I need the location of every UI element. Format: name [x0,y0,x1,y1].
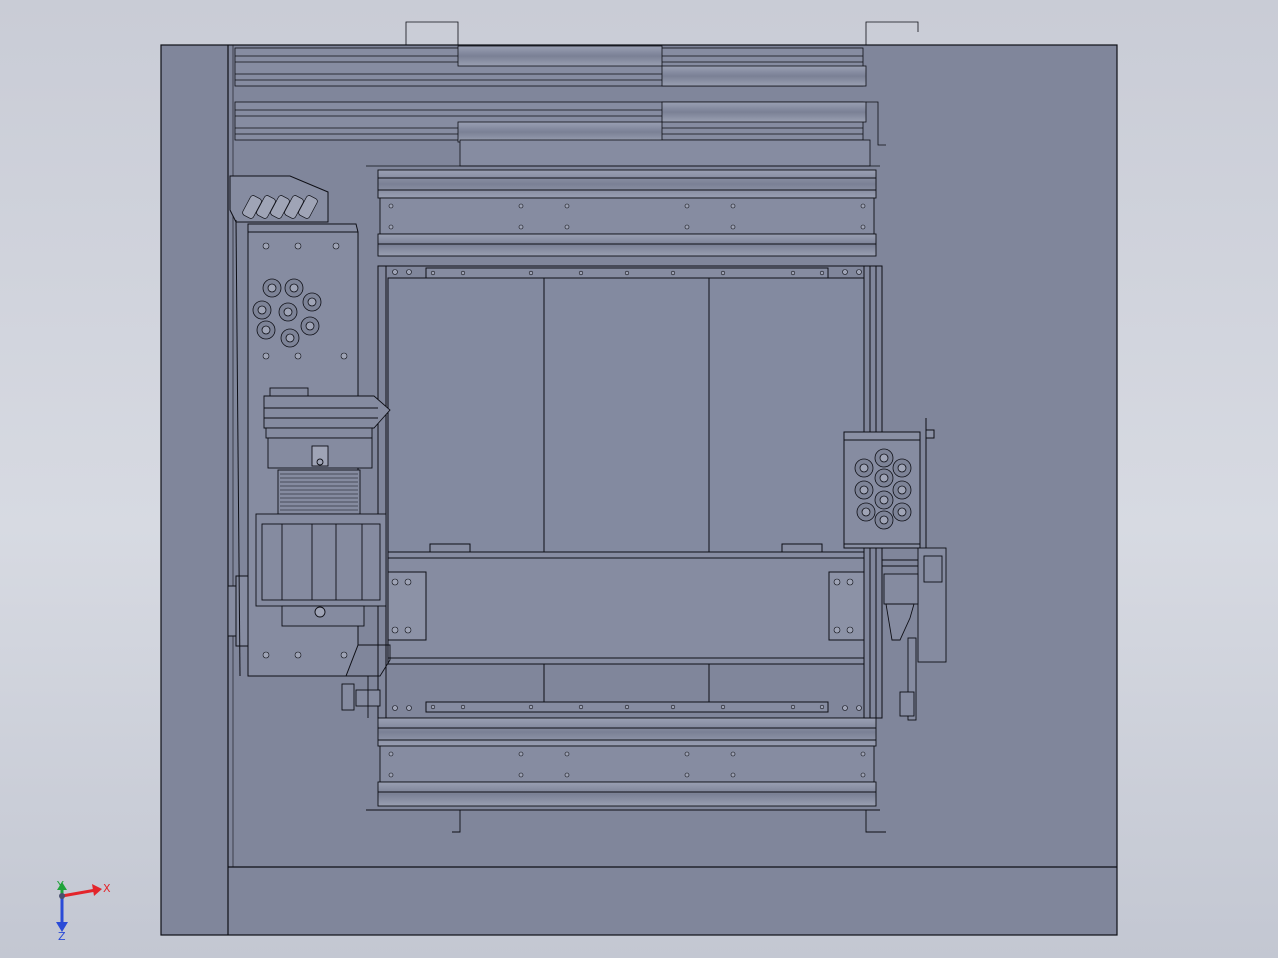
cad-model-view[interactable]: X Y Z [0,0,1278,958]
triad-origin [59,893,65,899]
triad-z-axis-arrow [56,896,68,932]
right-connector-box[interactable] [843,418,935,549]
triad-z-label: Z [58,930,66,943]
graphics-viewport[interactable]: X Y Z [0,0,1278,958]
cross-beam[interactable] [387,543,873,665]
coordinate-triad: X Y Z [56,879,111,943]
triad-y-label: Y [56,879,64,892]
triad-x-label: X [103,882,111,895]
top-conveyor[interactable] [377,169,877,257]
triad-x-axis-arrow [61,884,102,898]
